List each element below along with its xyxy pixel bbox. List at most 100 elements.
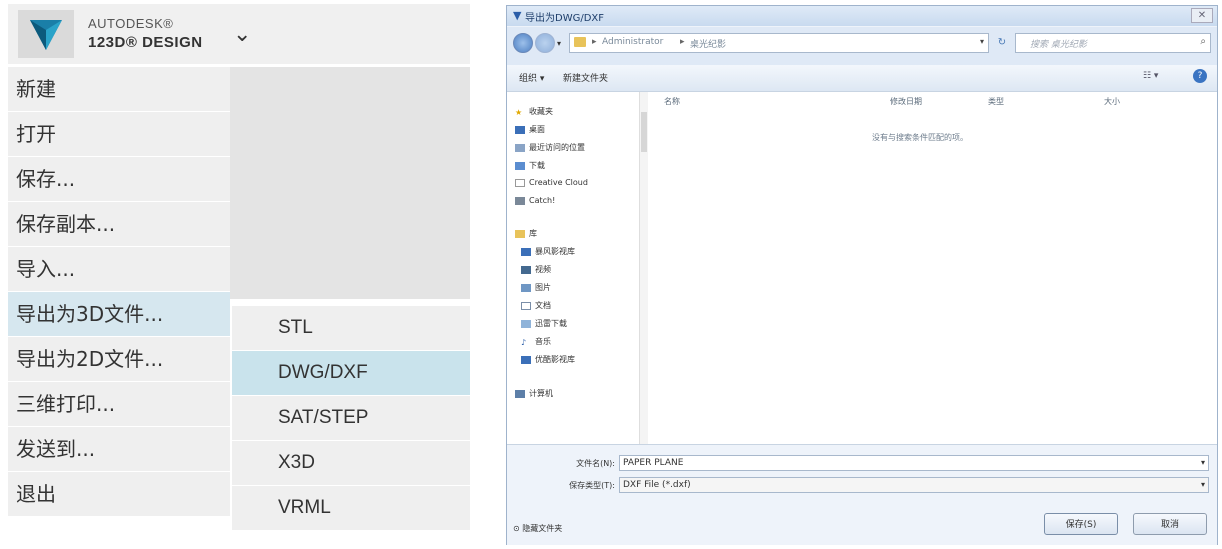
menu-item-3d-print[interactable]: 三维打印... (8, 382, 230, 426)
dialog-title-bar[interactable]: ▼ 导出为DWG/DXF ✕ (507, 6, 1217, 26)
menu-item-save[interactable]: 保存... (8, 157, 230, 201)
address-bar[interactable]: ▸ Administrator ▸ 桌光纪影 ▾ (569, 33, 989, 53)
menu-item-send-to[interactable]: 发送到... (8, 427, 230, 471)
help-icon[interactable]: ? (1193, 69, 1207, 83)
tree-item-creative-cloud[interactable]: Creative Cloud (515, 178, 588, 187)
search-icon[interactable]: ⌕ (1200, 36, 1206, 47)
chevron-down-icon[interactable]: ▾ (1201, 456, 1205, 470)
chevron-down-icon[interactable]: ⌄ (233, 22, 251, 47)
navigation-pane-scrollbar[interactable] (639, 92, 648, 444)
video-library-icon (521, 247, 531, 256)
product-name: 123D® DESIGN (88, 34, 203, 51)
menu-item-save-copy[interactable]: 保存副本... (8, 202, 230, 246)
tree-item-videos[interactable]: 视频 (521, 264, 551, 275)
hide-folders-toggle[interactable]: ⊙ 隐藏文件夹 (513, 523, 562, 534)
search-placeholder: 搜索 桌光纪影 (1030, 40, 1087, 50)
column-header-type[interactable]: 类型 (988, 96, 1004, 107)
thunder-download-icon (521, 319, 531, 328)
search-input[interactable]: 搜索 桌光纪影 ⌕ (1015, 33, 1211, 53)
navigation-pane: ★ 收藏夹 桌面 最近访问的位置 下载 Creative Cloud Catch!… (507, 92, 639, 444)
column-header-name[interactable]: 名称 (664, 96, 680, 107)
libraries-icon (515, 229, 525, 238)
dialog-footer: 文件名(N): PAPER PLANE ▾ 保存类型(T): DXF File … (507, 444, 1217, 545)
videos-icon (521, 265, 531, 274)
column-header-size[interactable]: 大小 (1104, 96, 1120, 107)
forward-button[interactable] (535, 33, 555, 53)
recent-places-icon (515, 143, 525, 152)
filename-field[interactable]: PAPER PLANE ▾ (619, 455, 1209, 471)
menu-item-import[interactable]: 导入... (8, 247, 230, 291)
chevron-right-icon[interactable]: ▸ (680, 37, 685, 47)
filetype-label: 保存类型(T): (569, 481, 615, 490)
menu-item-exit[interactable]: 退出 (8, 472, 230, 516)
youku-library-icon (521, 355, 531, 364)
computer-icon (515, 389, 525, 398)
menu-blank-area (230, 67, 470, 299)
app-menu-header[interactable]: AUTODESK® 123D® DESIGN ⌄ (8, 4, 470, 64)
documents-icon (521, 301, 531, 310)
desktop-icon (515, 125, 525, 134)
filename-value: PAPER PLANE (623, 458, 684, 468)
tree-item-youku-library[interactable]: 优酷影视库 (521, 354, 575, 365)
close-button[interactable]: ✕ (1191, 8, 1213, 23)
tree-item-music[interactable]: ♪ 音乐 (521, 336, 551, 347)
music-icon: ♪ (521, 337, 527, 347)
downloads-icon (515, 161, 525, 170)
submenu-item-x3d[interactable]: X3D (232, 441, 470, 485)
submenu-item-stl[interactable]: STL (232, 306, 470, 350)
star-icon: ★ (515, 107, 523, 117)
filename-label: 文件名(N): (576, 459, 615, 468)
autodesk-logo-icon (30, 20, 62, 50)
export-dialog: ▼ 导出为DWG/DXF ✕ ▾ ▸ Administrator ▸ 桌光纪影 … (506, 5, 1218, 545)
filetype-value: DXF File (*.dxf) (623, 480, 691, 490)
dialog-app-icon: ▼ (513, 9, 522, 22)
menu-item-open[interactable]: 打开 (8, 112, 230, 156)
submenu-item-vrml[interactable]: VRML (232, 486, 470, 530)
cloud-folder-icon (515, 178, 525, 187)
tree-item-downloads[interactable]: 下载 (515, 160, 545, 171)
scrollbar-thumb[interactable] (641, 112, 647, 152)
refresh-icon[interactable]: ↻ (993, 33, 1011, 53)
cancel-button[interactable]: 取消 (1133, 513, 1207, 535)
tree-item-thunder-downloads[interactable]: 迅雷下载 (521, 318, 567, 329)
breadcrumb-current-folder[interactable]: 桌光纪影 (690, 37, 726, 50)
navigation-bar: ▾ ▸ Administrator ▸ 桌光纪影 ▾ ↻ 搜索 桌光纪影 ⌕ (507, 27, 1217, 65)
chevron-right-icon[interactable]: ▸ (592, 37, 597, 47)
back-button[interactable] (513, 33, 533, 53)
save-button[interactable]: 保存(S) (1044, 513, 1118, 535)
pictures-icon (521, 283, 531, 292)
new-folder-button[interactable]: 新建文件夹 (563, 71, 608, 84)
submenu-item-dwg-dxf[interactable]: DWG/DXF (232, 351, 470, 395)
view-options-icon[interactable]: ☷ ▾ (1143, 71, 1158, 81)
app-logo (18, 10, 74, 58)
breadcrumb-administrator[interactable]: Administrator (602, 37, 663, 47)
tree-item-documents[interactable]: 文档 (521, 300, 551, 311)
tree-item-recent-places[interactable]: 最近访问的位置 (515, 142, 585, 153)
dialog-title: 导出为DWG/DXF (525, 13, 605, 24)
tree-item-computer[interactable]: 计算机 (515, 388, 553, 399)
app-menu: AUTODESK® 123D® DESIGN ⌄ 新建 打开 保存... 保存副… (0, 0, 470, 549)
tree-item-catch[interactable]: Catch! (515, 196, 555, 205)
recent-pages-dropdown[interactable]: ▾ (557, 39, 561, 48)
tree-item-desktop[interactable]: 桌面 (515, 124, 545, 135)
tree-item-libraries[interactable]: 库 (515, 228, 537, 239)
menu-item-export-3d[interactable]: 导出为3D文件... (8, 292, 230, 336)
column-header-modified[interactable]: 修改日期 (890, 96, 922, 107)
catch-icon (515, 196, 525, 205)
brand-name: AUTODESK® (88, 16, 174, 31)
menu-item-new[interactable]: 新建 (8, 67, 230, 111)
filetype-select[interactable]: DXF File (*.dxf) ▾ (619, 477, 1209, 493)
address-dropdown-icon[interactable]: ▾ (980, 37, 984, 46)
folder-icon (574, 37, 586, 47)
submenu-item-sat-step[interactable]: SAT/STEP (232, 396, 470, 440)
file-list-pane[interactable]: 名称 修改日期 类型 大小 没有与搜索条件匹配的项。 (648, 92, 1217, 444)
collapse-icon: ⊙ (513, 524, 523, 533)
dialog-toolbar: 组织 ▾ 新建文件夹 ☷ ▾ ? (507, 65, 1217, 92)
tree-item-pictures[interactable]: 图片 (521, 282, 551, 293)
organize-button[interactable]: 组织 ▾ (519, 71, 544, 84)
tree-item-storm-video-library[interactable]: 暴风影视库 (521, 246, 575, 257)
empty-folder-message: 没有与搜索条件匹配的项。 (872, 133, 968, 142)
chevron-down-icon[interactable]: ▾ (1201, 478, 1205, 492)
menu-item-export-2d[interactable]: 导出为2D文件... (8, 337, 230, 381)
tree-item-favorites[interactable]: ★ 收藏夹 (515, 106, 553, 117)
